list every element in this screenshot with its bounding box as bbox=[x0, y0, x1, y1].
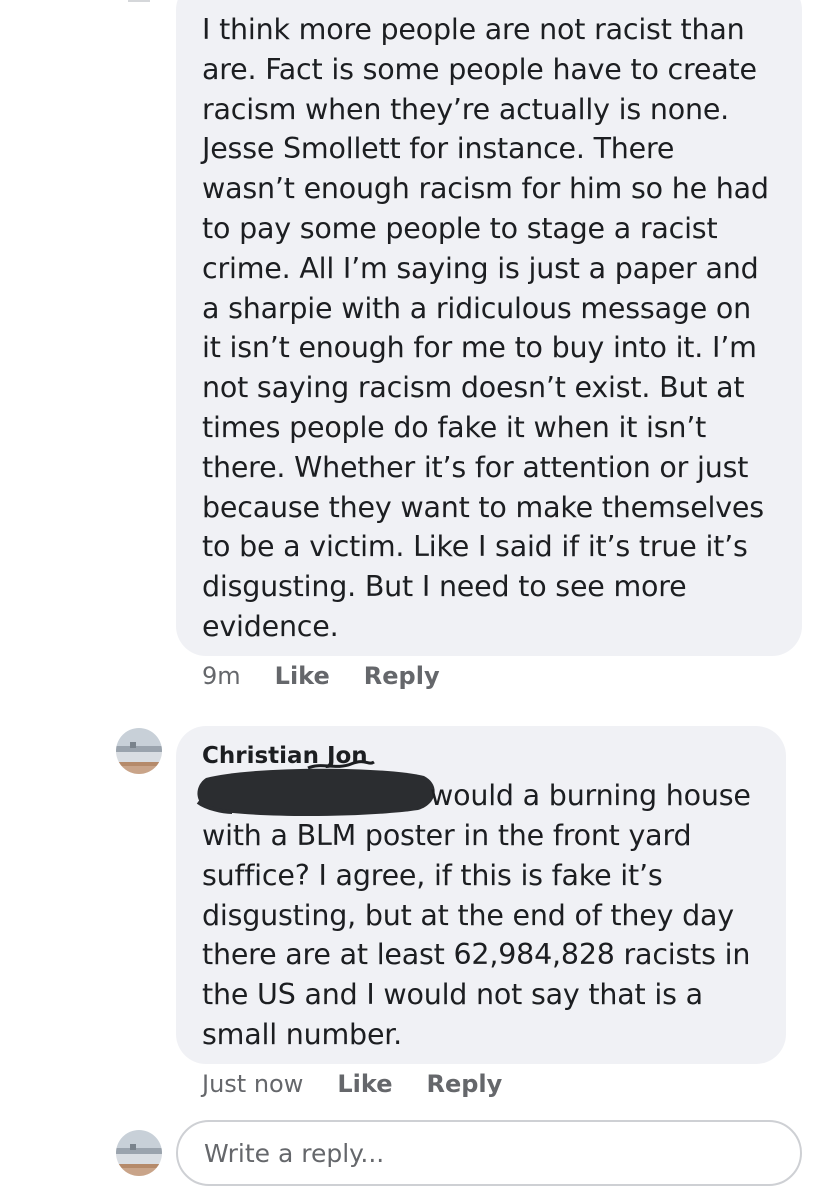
comment-first-line: would a burning house bbox=[430, 779, 751, 812]
avatar-landscape-icon bbox=[116, 728, 162, 774]
comment-timestamp: 9m bbox=[202, 662, 241, 690]
comment-bubble: Christian Jon would a burning house with… bbox=[176, 726, 786, 1064]
avatar-landscape-icon bbox=[116, 1130, 162, 1176]
reply-composer[interactable] bbox=[176, 1120, 802, 1186]
reply-button[interactable]: Reply bbox=[364, 662, 440, 690]
avatar[interactable] bbox=[116, 728, 162, 774]
comment-text: with a BLM poster in the front yard suff… bbox=[202, 819, 751, 1051]
reply-button[interactable]: Reply bbox=[426, 1070, 502, 1098]
thread-connector-line bbox=[128, 0, 150, 12]
comment-thread: I think more people are not racist than … bbox=[0, 0, 828, 1196]
comment-bubble: I think more people are not racist than … bbox=[176, 0, 802, 656]
like-button[interactable]: Like bbox=[337, 1070, 392, 1098]
redaction-blot bbox=[196, 768, 435, 816]
reply-input[interactable] bbox=[202, 1137, 766, 1169]
comment-actions: Just now Like Reply bbox=[202, 1070, 536, 1098]
avatar[interactable] bbox=[116, 1130, 162, 1176]
mention-line: would a burning house bbox=[196, 768, 762, 816]
comment-text: I think more people are not racist than … bbox=[202, 13, 769, 643]
comment-actions: 9m Like Reply bbox=[202, 662, 474, 690]
comment-timestamp: Just now bbox=[202, 1070, 304, 1098]
like-button[interactable]: Like bbox=[275, 662, 330, 690]
